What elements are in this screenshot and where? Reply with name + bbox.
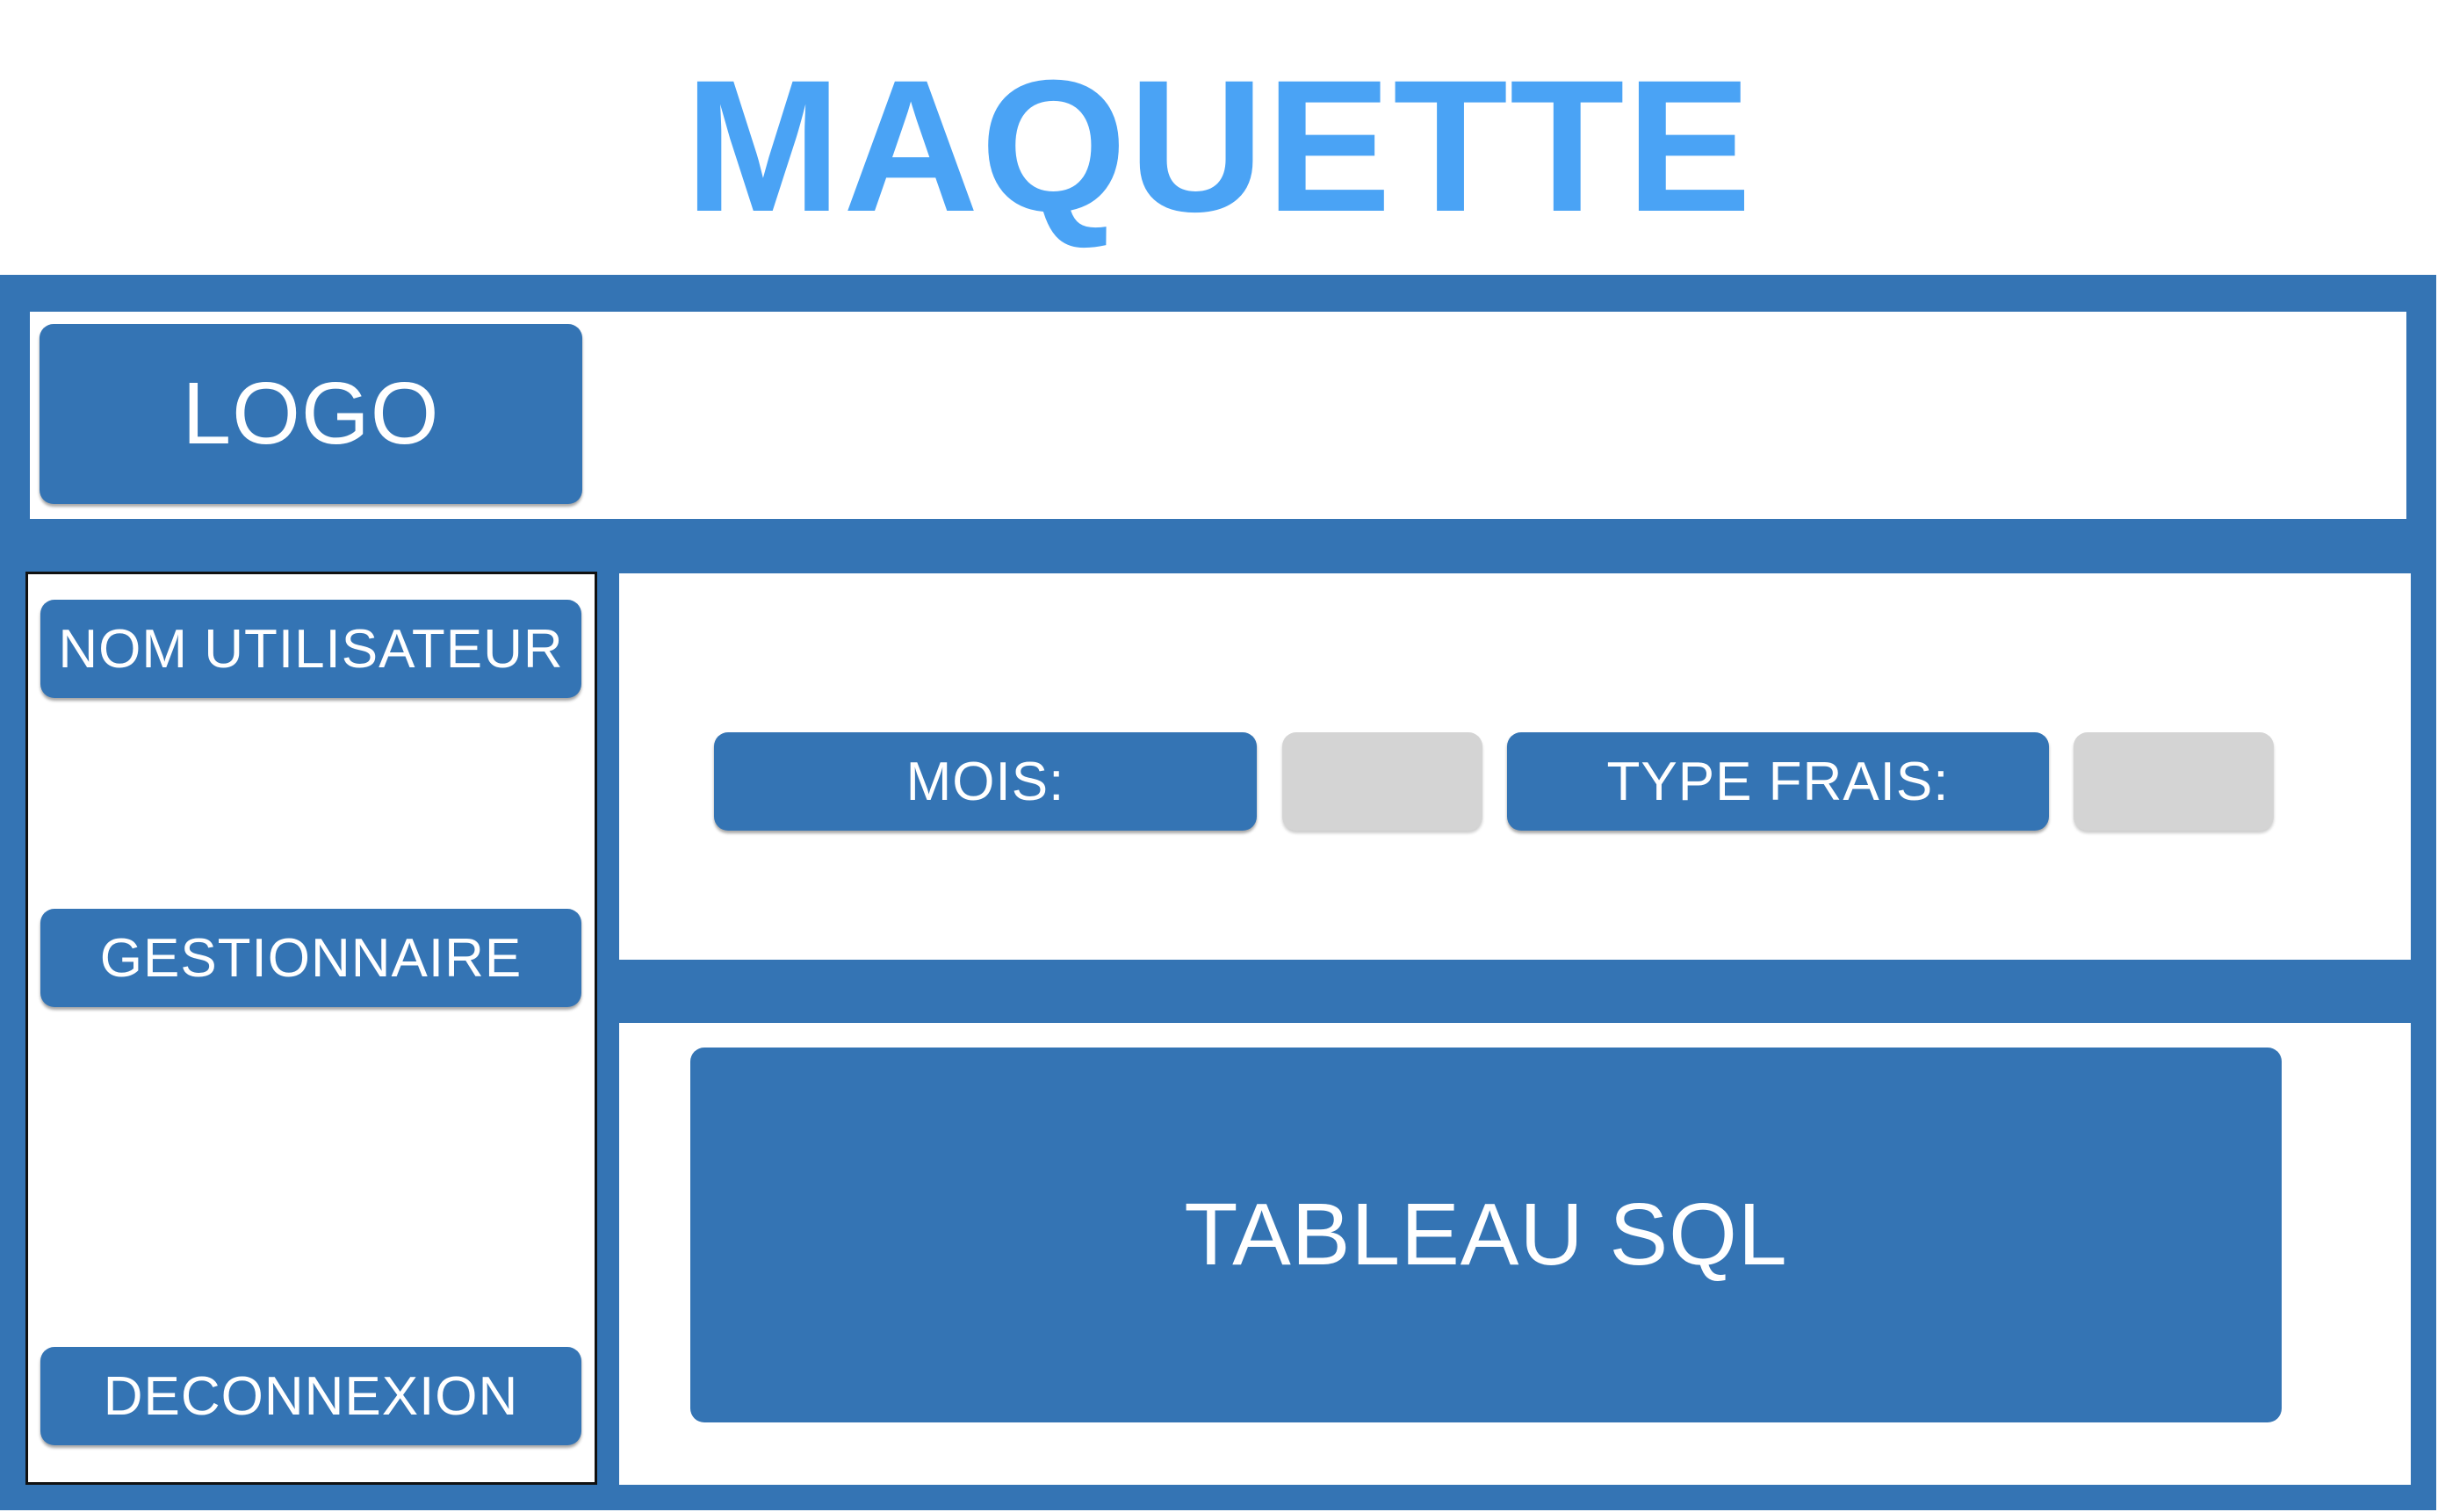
app-frame: LOGO NOM UTILISATEUR GESTIONNAIRE DECONN… (0, 275, 2436, 1510)
sidebar: NOM UTILISATEUR GESTIONNAIRE DECONNEXION (25, 572, 597, 1485)
content-panel: TABLEAU SQL (619, 1023, 2411, 1485)
mockup-title: MAQUETTE (684, 41, 1754, 251)
month-select[interactable] (1282, 732, 1482, 831)
logo[interactable]: LOGO (40, 324, 582, 504)
expense-type-label-button[interactable]: TYPE FRAIS: (1507, 732, 2049, 831)
sql-table[interactable]: TABLEAU SQL (690, 1048, 2282, 1422)
expense-type-select[interactable] (2074, 732, 2274, 831)
header-panel: LOGO (30, 312, 2406, 519)
manager-button[interactable]: GESTIONNAIRE (40, 909, 581, 1007)
logout-button[interactable]: DECONNEXION (40, 1347, 581, 1445)
month-label-button[interactable]: MOIS: (714, 732, 1257, 831)
filter-panel: MOIS: TYPE FRAIS: (619, 573, 2411, 960)
user-name-button[interactable]: NOM UTILISATEUR (40, 600, 581, 698)
